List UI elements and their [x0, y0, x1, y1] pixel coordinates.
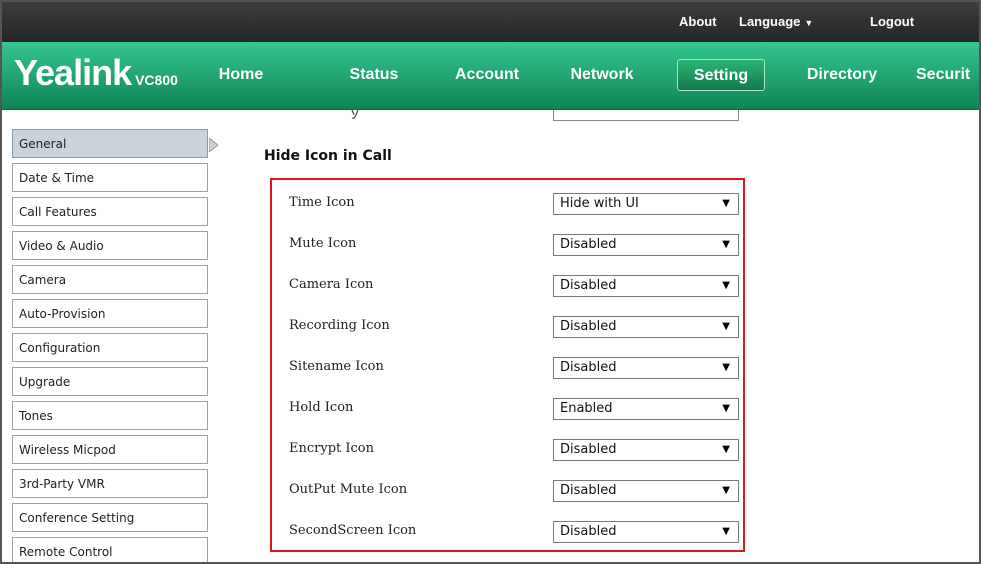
sitename-icon-select[interactable]: Disabled ▼ [553, 357, 739, 379]
sidebar-item-upgrade[interactable]: Upgrade [12, 367, 208, 396]
nav-status[interactable]: Status [336, 59, 412, 91]
language-label: Language [739, 14, 801, 29]
dropdown-arrow-icon: ▼ [722, 526, 730, 537]
dropdown-arrow-icon: ▼ [722, 198, 730, 209]
dropdown-arrow-icon: ▼ [722, 362, 730, 373]
mute-icon-select[interactable]: Disabled ▼ [553, 234, 739, 256]
browser-page: About Language ▼ Logout Yealink VC800 Home… [0, 0, 981, 564]
logout-link[interactable]: Logout [870, 10, 914, 34]
dropdown-arrow-icon: ▼ [722, 403, 730, 414]
dropdown-arrow-icon: ▼ [722, 321, 730, 332]
encrypt-icon-label: Encrypt Icon [289, 441, 374, 456]
sidebar-item-tones[interactable]: Tones [12, 401, 208, 430]
hold-icon-select[interactable]: Enabled ▼ [553, 398, 739, 420]
output-mute-icon-label: OutPut Mute Icon [289, 482, 408, 497]
nav-account[interactable]: Account [446, 59, 528, 91]
encrypt-icon-select[interactable]: Disabled ▼ [553, 439, 739, 461]
secondscreen-icon-select[interactable]: Disabled ▼ [553, 521, 739, 543]
secondscreen-icon-label: SecondScreen Icon [289, 523, 417, 538]
nav-home[interactable]: Home [210, 59, 272, 91]
recording-icon-label: Recording Icon [289, 318, 390, 333]
caret-down-icon: ▼ [804, 18, 814, 28]
sidebar-item-auto-provision[interactable]: Auto-Provision [12, 299, 208, 328]
select-value: Enabled [560, 401, 613, 416]
sidebar-item-call-features[interactable]: Call Features [12, 197, 208, 226]
sidebar-item-configuration[interactable]: Configuration [12, 333, 208, 362]
output-mute-icon-select[interactable]: Disabled ▼ [553, 480, 739, 502]
sitename-icon-label: Sitename Icon [289, 359, 384, 374]
select-value: Disabled [560, 442, 617, 457]
dropdown-arrow-icon: ▼ [722, 280, 730, 291]
time-icon-select[interactable]: Hide with UI ▼ [553, 193, 739, 215]
nav-directory[interactable]: Directory [796, 59, 888, 91]
sidebar-item-camera[interactable]: Camera [12, 265, 208, 294]
select-value: Disabled [560, 524, 617, 539]
scrolled-label-fragment [351, 110, 359, 119]
sidebar-item-label: General [19, 137, 67, 151]
active-arrow-icon [209, 138, 218, 152]
dropdown-arrow-icon: ▼ [722, 444, 730, 455]
about-link[interactable]: About [679, 10, 717, 34]
camera-icon-label: Camera Icon [289, 277, 374, 292]
logo-brand: Yealink [14, 52, 132, 93]
hold-icon-label: Hold Icon [289, 400, 354, 415]
time-icon-label: Time Icon [289, 195, 355, 210]
main-navigation: Yealink VC800 Home Status Account Network… [2, 42, 979, 110]
camera-icon-select[interactable]: Disabled ▼ [553, 275, 739, 297]
top-utility-bar: About Language ▼ Logout [2, 2, 979, 42]
nav-setting[interactable]: Setting [677, 59, 765, 91]
dropdown-arrow-icon: ▼ [722, 485, 730, 496]
select-value: Disabled [560, 483, 617, 498]
sidebar-item-conference-setting[interactable]: Conference Setting [12, 503, 208, 532]
sidebar-item-wireless-micpod[interactable]: Wireless Micpod [12, 435, 208, 464]
sidebar-item-general[interactable]: General [12, 129, 218, 158]
sidebar-item-3rd-party-vmr[interactable]: 3rd-Party VMR [12, 469, 208, 498]
nav-network[interactable]: Network [556, 59, 648, 91]
dropdown-arrow-icon: ▼ [722, 239, 730, 250]
select-value: Disabled [560, 278, 617, 293]
recording-icon-select[interactable]: Disabled ▼ [553, 316, 739, 338]
select-value: Hide with UI [560, 196, 639, 211]
section-title: Hide Icon in Call [264, 148, 392, 164]
sidebar-item-remote-control[interactable]: Remote Control [12, 537, 208, 562]
language-menu[interactable]: Language ▼ [739, 10, 813, 34]
sidebar-item-date-time[interactable]: Date & Time [12, 163, 208, 192]
select-value: Disabled [560, 360, 617, 375]
select-value: Disabled [560, 319, 617, 334]
logo-model: VC800 [135, 72, 178, 88]
mute-icon-label: Mute Icon [289, 236, 357, 251]
select-value: Disabled [560, 237, 617, 252]
yealink-logo: Yealink VC800 [14, 52, 178, 96]
nav-security[interactable]: Securit [916, 59, 979, 91]
sidebar-item-video-audio[interactable]: Video & Audio [12, 231, 208, 260]
scrolled-select-fragment[interactable] [553, 110, 739, 121]
